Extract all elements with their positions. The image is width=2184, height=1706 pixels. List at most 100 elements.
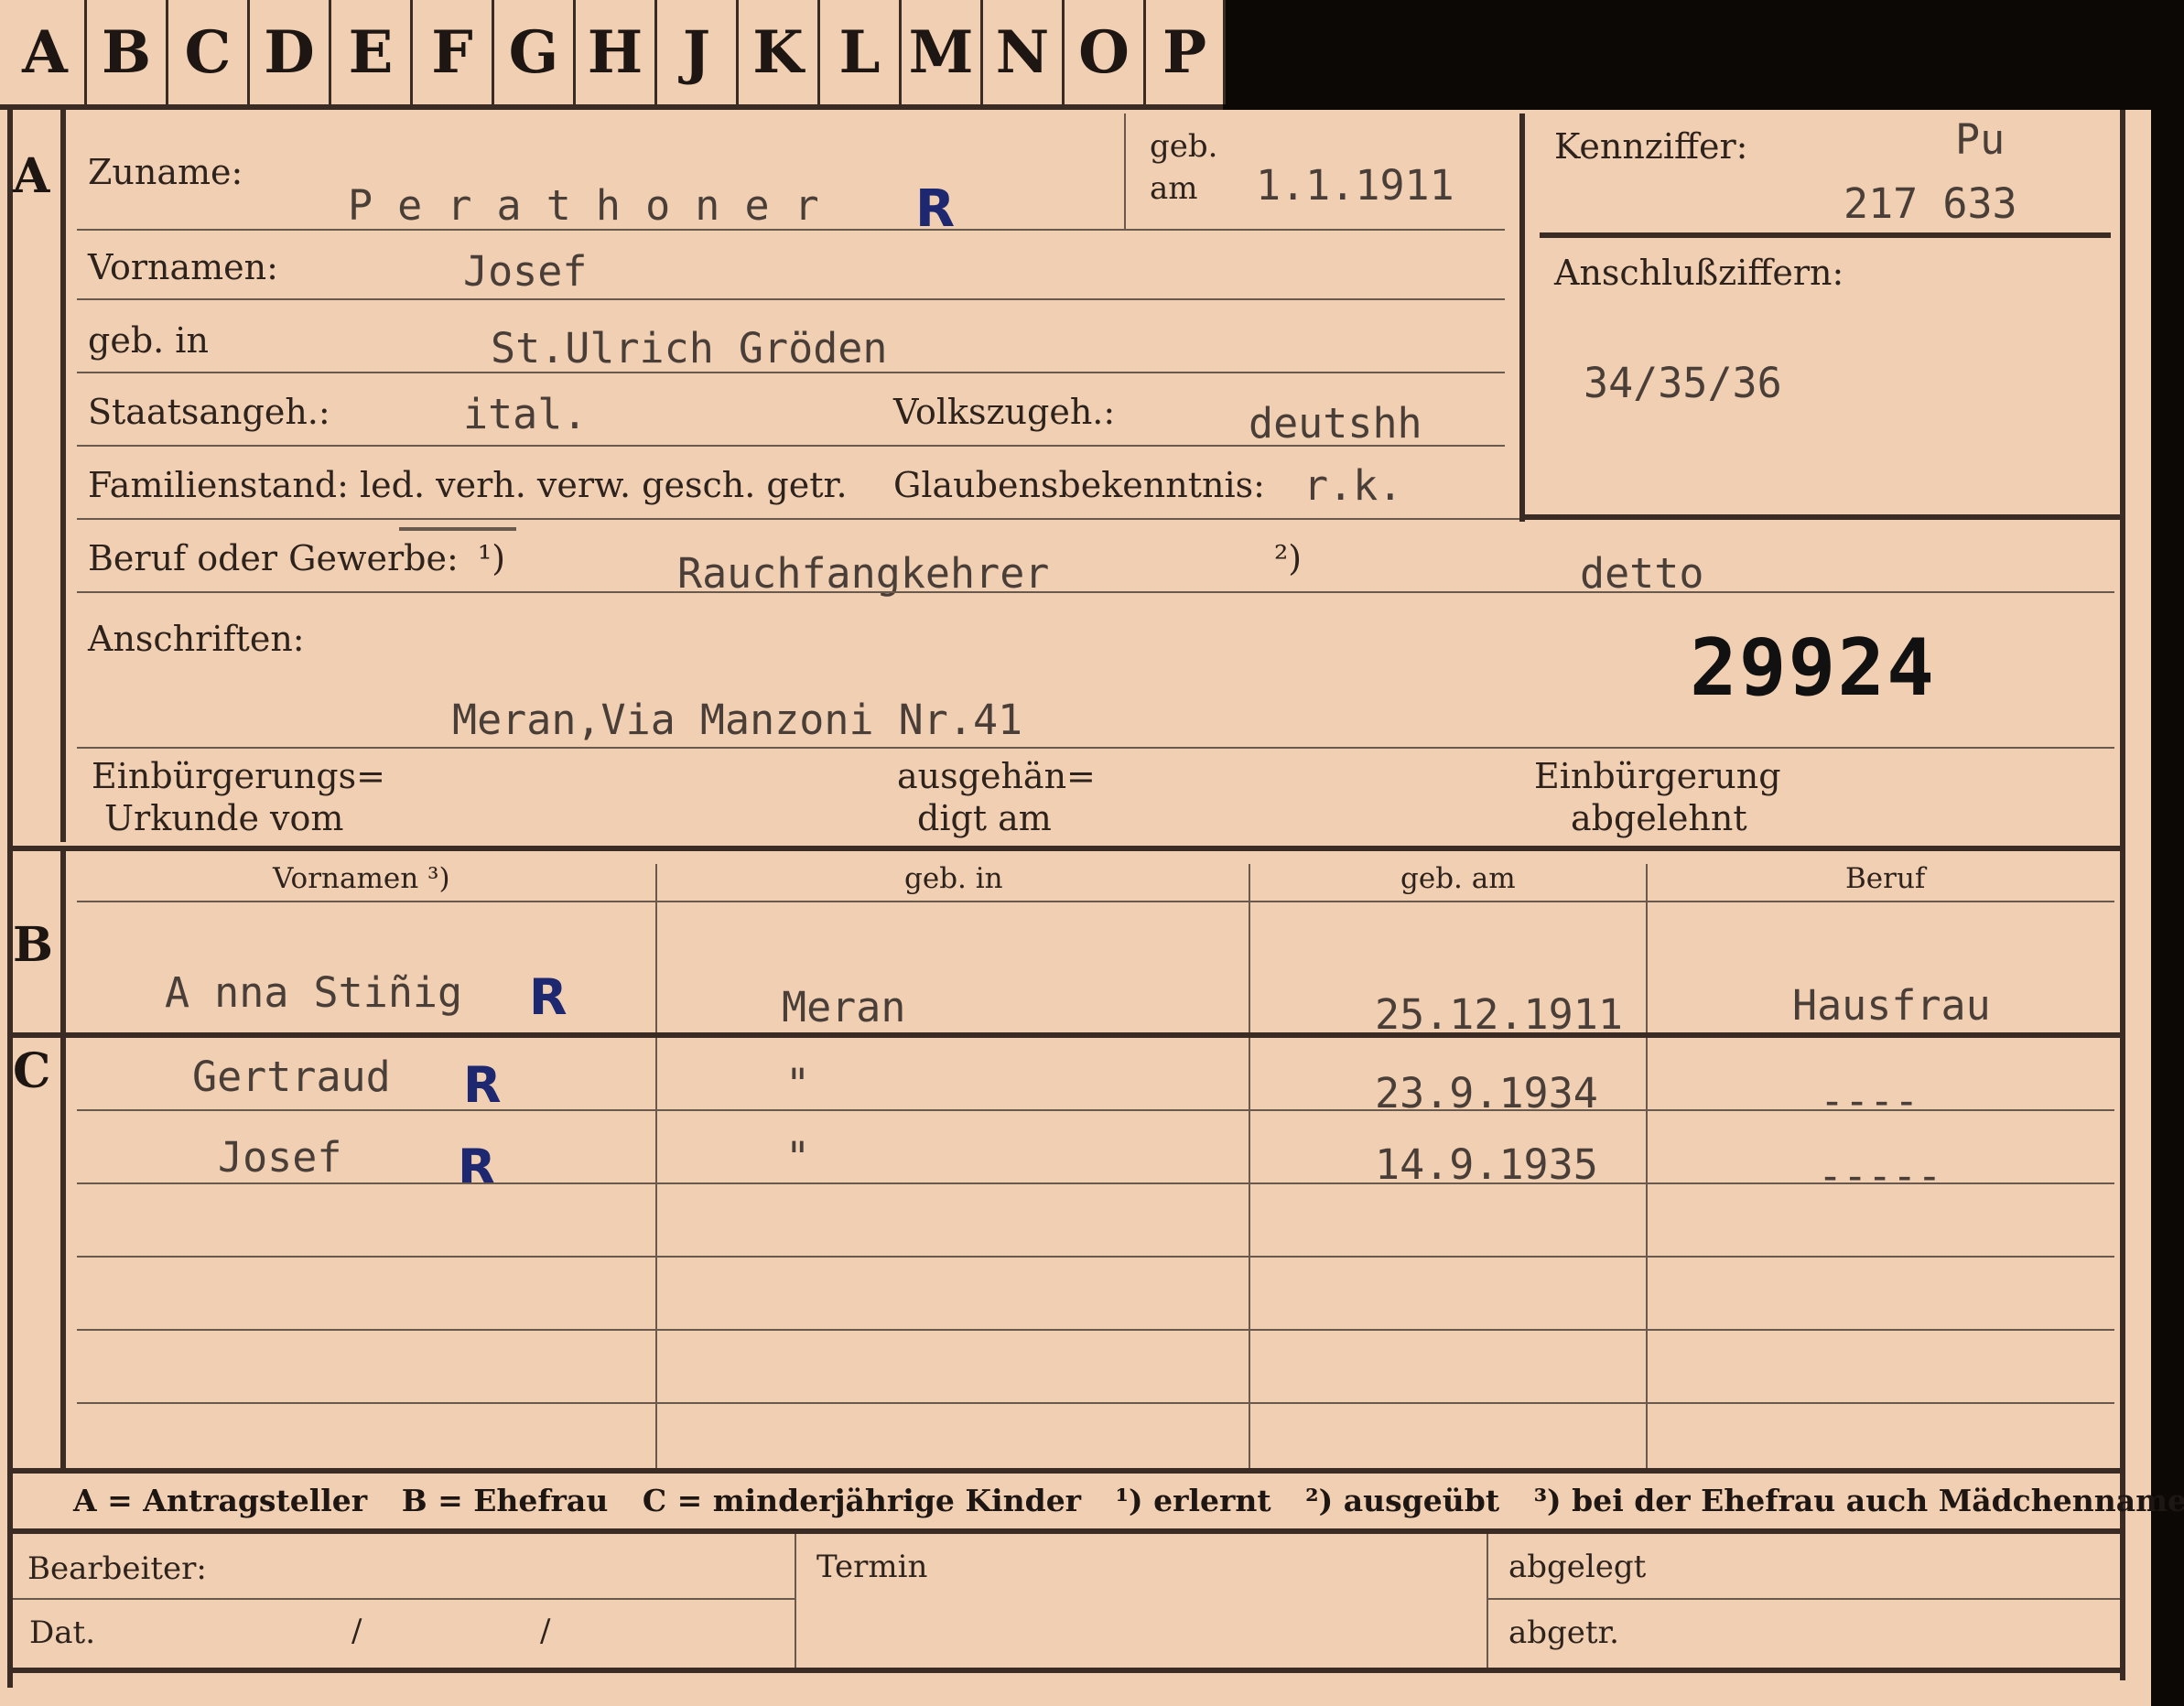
tab-d[interactable]: D [250,0,331,104]
abgelehnt-label-1: Einbürgerung [1534,756,1781,796]
anschlussziffern-value: 34/35/36 [1584,359,1782,407]
vornamen-line [77,298,1505,300]
kind-name: Josef [218,1133,342,1182]
geb-in-line [77,372,1505,373]
kind-mark: R [463,1056,502,1114]
legend-bottom [7,1528,2125,1534]
staatsangeh-line [77,445,1505,447]
ehefrau-ort: Meran [782,983,906,1031]
footer-divider-2 [1487,1534,1488,1668]
footer-line-right [1487,1598,2120,1600]
kind-row-line [77,1256,2114,1258]
col-divider-2 [1249,864,1250,1468]
geb-label: geb. [1150,128,1218,165]
familienstand-label: Familienstand: led. verh. verw. gesch. g… [88,465,848,505]
tab-g[interactable]: G [494,0,576,104]
stamp-number: 29924 [1690,622,1936,714]
termin-label: Termin [816,1549,928,1585]
section-bc-rule [60,851,66,1474]
col-vornamen-header: Vornamen ³) [273,862,450,895]
tab-bottom-rule [0,104,1223,110]
kind-beruf: ---- [1820,1076,1919,1125]
footer-line-left [13,1598,795,1600]
kennziffer-prefix: Pu [1955,115,2006,164]
tab-k[interactable]: K [739,0,820,104]
right-frame [2120,110,2125,1680]
section-a-rule [60,110,66,842]
volkszugeh-value: deutshh [1249,399,1422,448]
abgelegt-label: abgelegt [1508,1549,1647,1585]
familienstand-underline-verh [399,527,516,531]
tab-n[interactable]: N [983,0,1065,104]
kennziffer-box-bottom [1519,514,2120,520]
col-gebin-header: geb. in [904,862,1003,895]
ausgehaengt-label-2: digt am [917,798,1052,838]
ausgehaengt-label-1: ausgehän= [897,756,1096,796]
legend-b: B = Ehefrau [401,1483,609,1518]
abgelehnt-label-2: abgelehnt [1571,798,1747,838]
legend: A = Antragsteller B = Ehefrau C = minder… [73,1483,2184,1518]
tab-j[interactable]: J [657,0,739,104]
top-right-black-area [1223,0,2184,110]
section-c-bottom [7,1468,2125,1474]
kennziffer-rule [1540,232,2111,238]
section-b-letter: B [13,917,53,973]
legend-note1: ¹) erlernt [1115,1483,1271,1518]
col-divider-1 [655,864,657,1468]
adresse-value: Meran,Via Manzoni Nr.41 [452,696,1023,744]
tab-f[interactable]: F [413,0,494,104]
geb-am-label: am [1150,170,1198,207]
beruf-label: Beruf oder Gewerbe: [88,538,459,578]
tab-a[interactable]: A [5,0,87,104]
geb-in-label: geb. in [88,320,209,361]
footer-divider-1 [795,1534,796,1668]
legend-c: C = minderjährige Kinder [642,1483,1082,1518]
kennziffer-box-left [1519,113,1525,522]
tab-m[interactable]: M [902,0,983,104]
section-a-letter: A [13,148,50,204]
left-frame [7,104,13,1688]
bottom-frame [7,1668,2125,1673]
legend-note2: ²) ausgeübt [1305,1483,1500,1518]
col-gebam-header: geb. am [1400,862,1516,895]
kind-row-line [77,1109,2114,1111]
zuname-label: Zuname: [88,152,243,192]
glaubens-label: Glaubensbekenntnis: [893,465,1265,505]
tab-o[interactable]: O [1065,0,1146,104]
dat-slash-1: / [351,1613,362,1649]
legend-note3: ³) bei der Ehefrau auch Mädchenname [1533,1483,2184,1518]
dat-label: Dat. [29,1614,96,1651]
vornamen-value: Josef [463,247,588,296]
section-a-bottom [7,846,2125,851]
dat-slash-2: / [540,1613,551,1649]
kind-row-line [77,1182,2114,1184]
ehefrau-beruf: Hausfrau [1792,981,1991,1030]
kind-mark: R [458,1139,496,1196]
geburtsort-value: St.Ulrich Gröden [491,324,888,373]
beruf-note2: ²) [1274,538,1303,578]
tab-l[interactable]: L [820,0,902,104]
tab-p[interactable]: P [1146,0,1226,104]
anschlussziffern-label: Anschlußziffern: [1554,253,1844,293]
section-c-letter: C [13,1043,51,1099]
tab-c[interactable]: C [168,0,250,104]
registration-card: A B C D E F G H J K L M N O P A Zuname: … [0,0,2184,1706]
col-beruf-header: Beruf [1845,862,1926,895]
anschriften-label: Anschriften: [88,619,305,659]
ehefrau-name: A nna Stiñig [165,968,463,1017]
geb-divider [1124,113,1126,231]
zuname-value: P e r a t h o n e r [348,181,819,230]
abgetr-label: abgetr. [1508,1614,1619,1651]
tab-h[interactable]: H [576,0,657,104]
tab-b[interactable]: B [87,0,168,104]
col-header-line [77,901,2114,902]
tab-e[interactable]: E [331,0,413,104]
vornamen-label: Vornamen: [88,247,278,287]
beruf-note1: ¹) [478,538,506,578]
anschriften-line [77,747,2114,749]
staatsangeh-label: Staatsangeh.: [88,392,330,432]
einbuergerung-label-2: Urkunde vom [104,798,344,838]
familienstand-line [77,518,1519,520]
volkszugeh-label: Volkszugeh.: [893,392,1116,432]
beruf-line [77,591,2114,593]
